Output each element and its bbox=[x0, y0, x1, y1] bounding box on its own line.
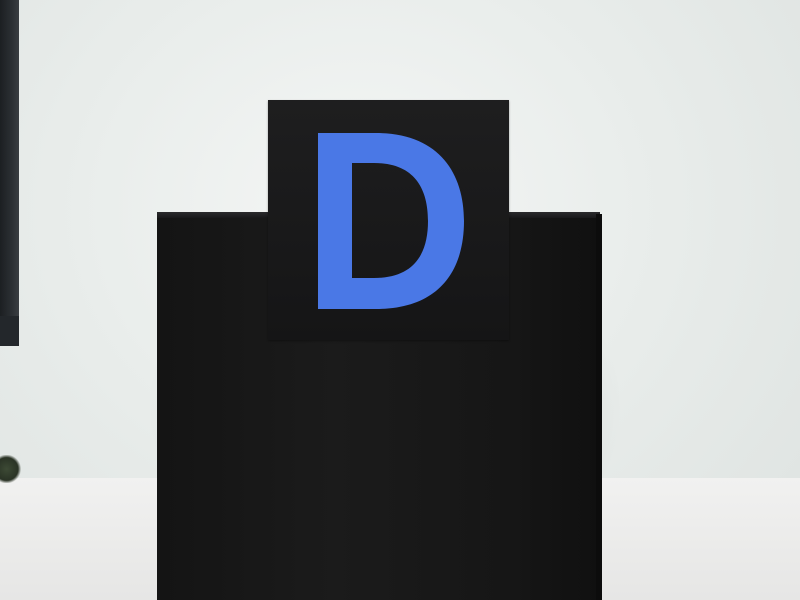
monitor-edge bbox=[0, 0, 19, 346]
black-box-side bbox=[596, 214, 602, 600]
letter-card-glyph: D bbox=[268, 100, 509, 340]
letter-d-text: D bbox=[268, 100, 269, 101]
monitor-bezel bbox=[0, 316, 19, 346]
letter-d-graphic: D bbox=[268, 100, 464, 309]
plant-leaf bbox=[0, 455, 22, 483]
